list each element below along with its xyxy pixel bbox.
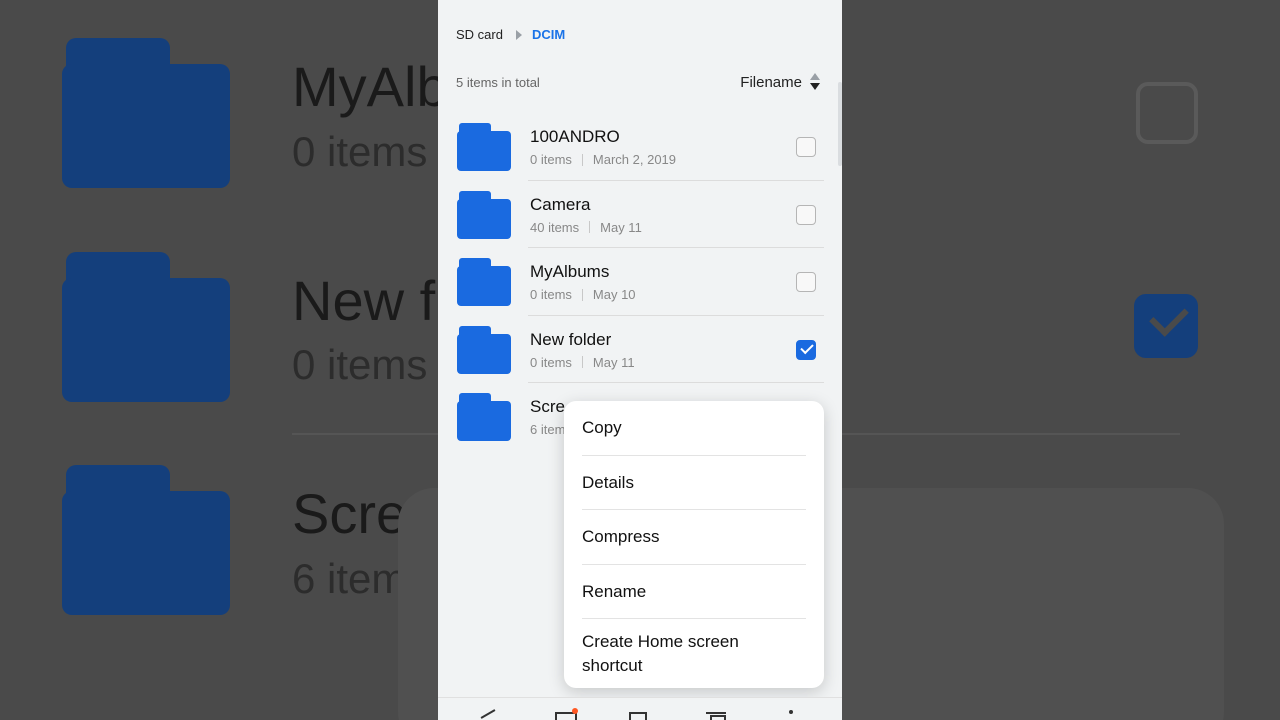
folder-icon	[457, 393, 511, 441]
folder-meta: 0 items May 11	[530, 355, 635, 370]
folder-icon	[457, 190, 511, 239]
folder-icon	[457, 123, 511, 171]
bg-folder-name: Scre	[292, 482, 408, 545]
bg-folder-icon	[62, 252, 230, 404]
folder-date: March 2, 2019	[592, 152, 677, 167]
bg-folder-meta: 0 items	[292, 341, 428, 388]
sort-order-icon	[810, 73, 820, 91]
list-item[interactable]: MyAlbums 0 items May 10	[438, 248, 842, 316]
sort-label: Filename	[740, 73, 802, 91]
move-icon[interactable]	[555, 708, 578, 720]
menu-item-shortcut-line1: Create Home screen	[582, 631, 739, 651]
file-manager-screen: SD card DCIM 5 items in total Filename 1…	[438, 0, 842, 720]
list-item[interactable]: New folder 0 items May 11	[438, 316, 842, 383]
copy-icon[interactable]	[629, 710, 649, 720]
select-checkbox[interactable]	[796, 137, 816, 157]
bg-checkbox	[1136, 82, 1198, 144]
folder-name: Scre	[530, 397, 565, 416]
folder-name: 100ANDRO	[530, 127, 620, 146]
context-menu: Copy Details Compress Rename Create Home…	[564, 401, 824, 688]
bg-folder-name: New f	[292, 269, 436, 332]
menu-item-create-shortcut[interactable]: Create Home screen shortcut	[564, 619, 824, 688]
folder-meta: 40 items May 11	[530, 220, 642, 235]
item-count: 5 items in total	[456, 75, 540, 90]
folder-item-count: 0 items	[530, 354, 572, 370]
folder-item-count: 6 item	[530, 422, 566, 437]
bg-checkbox-checked	[1134, 294, 1198, 358]
breadcrumb-dcim[interactable]: DCIM	[532, 27, 565, 42]
folder-date: May 11	[600, 219, 642, 235]
menu-item-shortcut-line2: shortcut	[582, 655, 643, 675]
menu-item-rename[interactable]: Rename	[564, 565, 824, 620]
chevron-right-icon	[515, 29, 522, 40]
delete-icon[interactable]	[706, 710, 726, 720]
folder-name: Camera	[530, 194, 591, 214]
list-item[interactable]: 100ANDRO 0 items March 2, 2019	[438, 113, 842, 181]
folder-item-count: 40 items	[530, 219, 580, 235]
folder-icon	[457, 258, 511, 306]
folder-item-count: 0 items	[530, 152, 572, 167]
folder-item-count: 0 items	[530, 287, 572, 302]
bg-folder-meta: 6 item	[292, 555, 407, 602]
select-checkbox[interactable]	[796, 204, 816, 225]
bottom-action-bar	[438, 697, 842, 720]
more-options-icon[interactable]	[781, 710, 801, 720]
menu-item-details[interactable]: Details	[564, 456, 824, 511]
bg-folder-icon	[62, 465, 230, 617]
folder-date: May 10	[592, 287, 636, 302]
folder-icon	[457, 325, 511, 374]
select-checkbox-checked[interactable]	[796, 339, 816, 360]
menu-item-copy[interactable]: Copy	[564, 401, 824, 456]
notification-dot-icon	[572, 708, 578, 714]
sort-button[interactable]: Filename	[740, 73, 820, 91]
folder-date: May 11	[592, 354, 635, 370]
folder-meta: 0 items March 2, 2019	[530, 152, 676, 167]
folder-meta: 0 items May 10	[530, 287, 636, 302]
folder-list: 100ANDRO 0 items March 2, 2019 Camera 40 …	[438, 113, 842, 451]
select-checkbox[interactable]	[796, 272, 816, 292]
folder-meta: 6 item	[530, 422, 565, 437]
folder-name: New folder	[530, 329, 612, 349]
breadcrumb: SD card DCIM	[456, 27, 565, 42]
list-item[interactable]: Camera 40 items May 11	[438, 181, 842, 248]
breadcrumb-sd-card[interactable]: SD card	[456, 27, 503, 42]
bg-folder-meta: 0 items	[292, 128, 428, 175]
bg-folder-icon	[62, 38, 230, 190]
share-icon[interactable]	[478, 710, 498, 720]
menu-item-compress[interactable]: Compress	[564, 510, 824, 565]
folder-name: MyAlbums	[530, 262, 610, 281]
bg-folder-name: MyAlb	[292, 55, 448, 118]
